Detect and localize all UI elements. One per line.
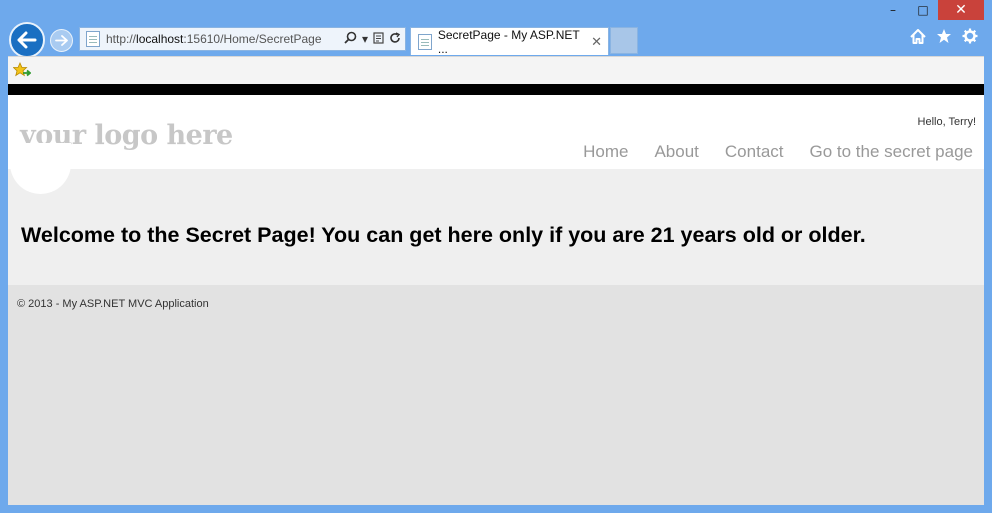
footer-copyright: © 2013 - My ASP.NET MVC Application: [17, 298, 209, 310]
menu-item-home[interactable]: Home: [583, 142, 628, 162]
maximize-button[interactable]: □: [908, 0, 938, 20]
search-icon[interactable]: [344, 31, 357, 47]
tab-secret-page[interactable]: SecretPage - My ASP.NET ... ✕: [410, 27, 609, 56]
page-heading: Welcome to the Secret Page! You can get …: [21, 223, 866, 247]
window-controls: – □ ✕: [878, 0, 984, 22]
compatibility-view-icon[interactable]: [373, 31, 384, 47]
main-menu: Home About Contact Go to the secret page: [583, 142, 973, 162]
navigation-row: http:// localhost :15610/Home/SecretPage…: [0, 22, 992, 58]
home-icon[interactable]: [910, 28, 926, 44]
login-greeting: Hello, Terry!: [917, 116, 976, 128]
tab-title: SecretPage - My ASP.NET ...: [437, 27, 580, 56]
back-arrow-icon: [17, 31, 37, 49]
menu-item-about[interactable]: About: [654, 142, 698, 162]
page-viewport: your logo here Hello, Terry! Home About …: [8, 84, 984, 505]
add-favorites-icon[interactable]: [12, 62, 32, 82]
tab-close-button[interactable]: ✕: [591, 34, 602, 50]
favorites-star-icon[interactable]: [936, 28, 952, 44]
top-strip: [8, 84, 984, 95]
forward-arrow-icon: [55, 35, 68, 46]
dropdown-arrow-icon[interactable]: ▾: [362, 32, 368, 46]
url-host: localhost: [136, 32, 184, 46]
page-icon: [86, 31, 100, 47]
url-scheme: http://: [106, 32, 137, 46]
forward-button[interactable]: [50, 29, 73, 52]
menu-item-contact[interactable]: Contact: [725, 142, 784, 162]
browser-window: – □ ✕ http:// localhost :15610/Home/Secr…: [0, 0, 992, 513]
close-window-button[interactable]: ✕: [938, 0, 984, 20]
site-header: your logo here Hello, Terry! Home About …: [8, 95, 984, 169]
browser-toolbar-icons: [910, 28, 978, 44]
address-tools: ▾: [344, 31, 405, 47]
favorites-bar: [8, 56, 984, 84]
url-path: :15610/Home/SecretPage: [183, 32, 322, 46]
tab-page-icon: [418, 33, 432, 50]
new-tab-button[interactable]: [610, 27, 638, 54]
back-button[interactable]: [9, 22, 45, 58]
tools-gear-icon[interactable]: [962, 28, 978, 44]
logo-decoration: [10, 143, 71, 194]
window-bottom-border: [0, 505, 992, 513]
menu-item-secret-page[interactable]: Go to the secret page: [810, 142, 974, 162]
main-content: Welcome to the Secret Page! You can get …: [8, 143, 984, 285]
refresh-icon[interactable]: [389, 31, 401, 47]
address-bar[interactable]: http:// localhost :15610/Home/SecretPage…: [79, 27, 406, 51]
minimize-button[interactable]: –: [878, 0, 908, 20]
site-footer: © 2013 - My ASP.NET MVC Application: [8, 285, 984, 505]
